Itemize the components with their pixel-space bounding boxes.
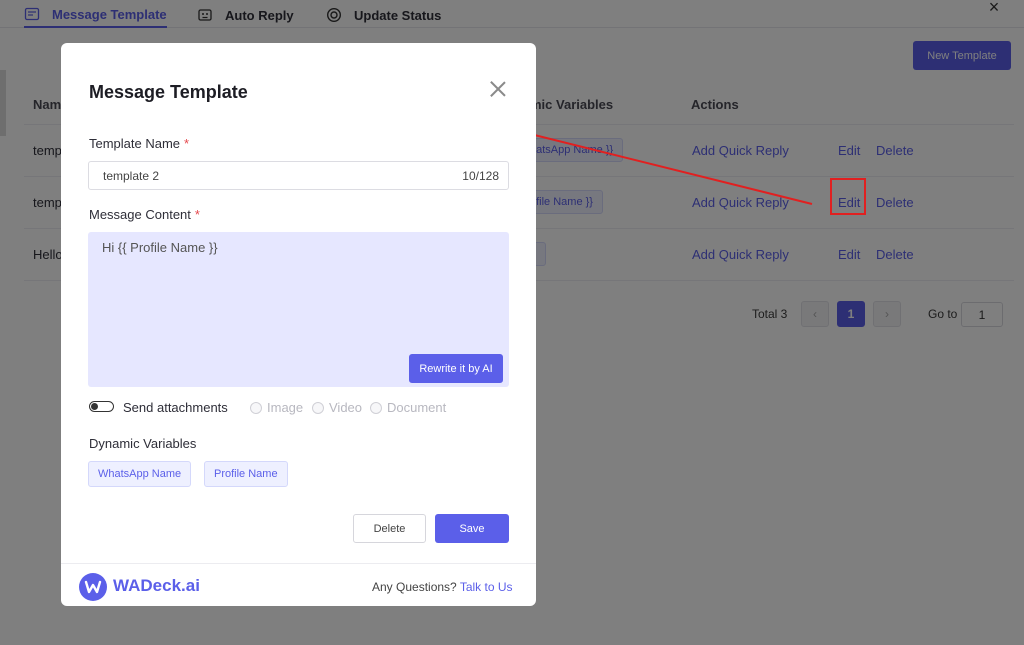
toggle-knob bbox=[91, 402, 98, 410]
talk-to-us-link[interactable]: Talk to Us bbox=[460, 580, 513, 594]
variable-profile-name[interactable]: Profile Name bbox=[204, 461, 288, 487]
required-mark: * bbox=[184, 136, 190, 151]
required-mark: * bbox=[194, 207, 200, 222]
message-content-label: Message Content * bbox=[89, 207, 200, 222]
radio-circle bbox=[370, 401, 382, 414]
modal-title: Message Template bbox=[89, 82, 248, 102]
character-count: 10/128 bbox=[462, 169, 499, 183]
radio-image[interactable]: Image bbox=[250, 400, 303, 415]
template-name-input[interactable]: template 2 10/128 bbox=[88, 161, 509, 190]
template-name-value: template 2 bbox=[103, 169, 160, 183]
rewrite-ai-button[interactable]: Rewrite it by AI bbox=[409, 354, 503, 383]
attachments-label: Send attachments bbox=[123, 400, 228, 415]
radio-video[interactable]: Video bbox=[312, 400, 362, 415]
help-text: Any Questions? Talk to Us bbox=[372, 580, 513, 594]
modal-footer: WADeck.ai Any Questions? Talk to Us bbox=[61, 563, 536, 606]
attachments-toggle[interactable] bbox=[89, 401, 114, 412]
save-button[interactable]: Save bbox=[435, 514, 509, 543]
radio-circle bbox=[250, 401, 262, 414]
template-name-label: Template Name * bbox=[89, 136, 190, 151]
variable-whatsapp-name[interactable]: WhatsApp Name bbox=[88, 461, 192, 487]
radio-document[interactable]: Document bbox=[370, 400, 446, 415]
dynamic-variables-label: Dynamic Variables bbox=[89, 436, 197, 451]
delete-button[interactable]: Delete bbox=[353, 514, 426, 543]
close-icon[interactable] bbox=[489, 80, 507, 98]
message-template-modal: Message Template Template Name * template… bbox=[61, 43, 536, 606]
wadeck-logo-icon bbox=[79, 573, 107, 601]
brand-name: WADeck.ai bbox=[113, 576, 200, 595]
message-content-value: Hi {{ Profile Name }} bbox=[102, 240, 218, 255]
radio-circle bbox=[312, 401, 324, 414]
